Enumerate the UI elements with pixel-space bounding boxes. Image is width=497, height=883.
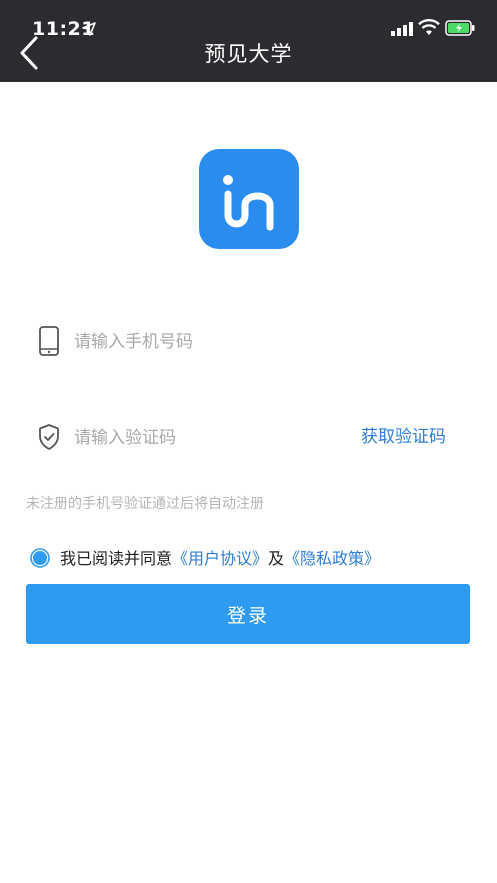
phone-input[interactable] bbox=[74, 328, 374, 356]
agreement-text: 我已阅读并同意《用户协议》及《隐私政策》 bbox=[60, 545, 380, 569]
battery-icon bbox=[445, 20, 475, 36]
privacy-policy-link[interactable]: 《隐私政策》 bbox=[284, 549, 380, 568]
agree-prefix: 我已阅读并同意 bbox=[60, 549, 173, 568]
register-hint: 未注册的手机号验证通过后将自动注册 bbox=[26, 496, 264, 512]
signal-icon bbox=[391, 22, 413, 36]
app-logo bbox=[199, 149, 299, 249]
and-text: 及 bbox=[268, 549, 285, 568]
phone-icon bbox=[39, 326, 59, 356]
agree-checkbox[interactable] bbox=[30, 548, 50, 568]
page-title: 预见大学 bbox=[204, 42, 293, 66]
user-agreement-link[interactable]: 《用户协议》 bbox=[172, 549, 268, 568]
shield-check-icon bbox=[39, 424, 59, 450]
get-code-button[interactable]: 获取验证码 bbox=[361, 422, 446, 447]
location-arrow-icon bbox=[82, 22, 96, 36]
top-navigation-bar: 11:21 预见大学 bbox=[0, 0, 497, 82]
login-button[interactable]: 登录 bbox=[26, 584, 470, 644]
wifi-icon bbox=[418, 19, 440, 35]
verification-code-input[interactable] bbox=[74, 424, 334, 452]
